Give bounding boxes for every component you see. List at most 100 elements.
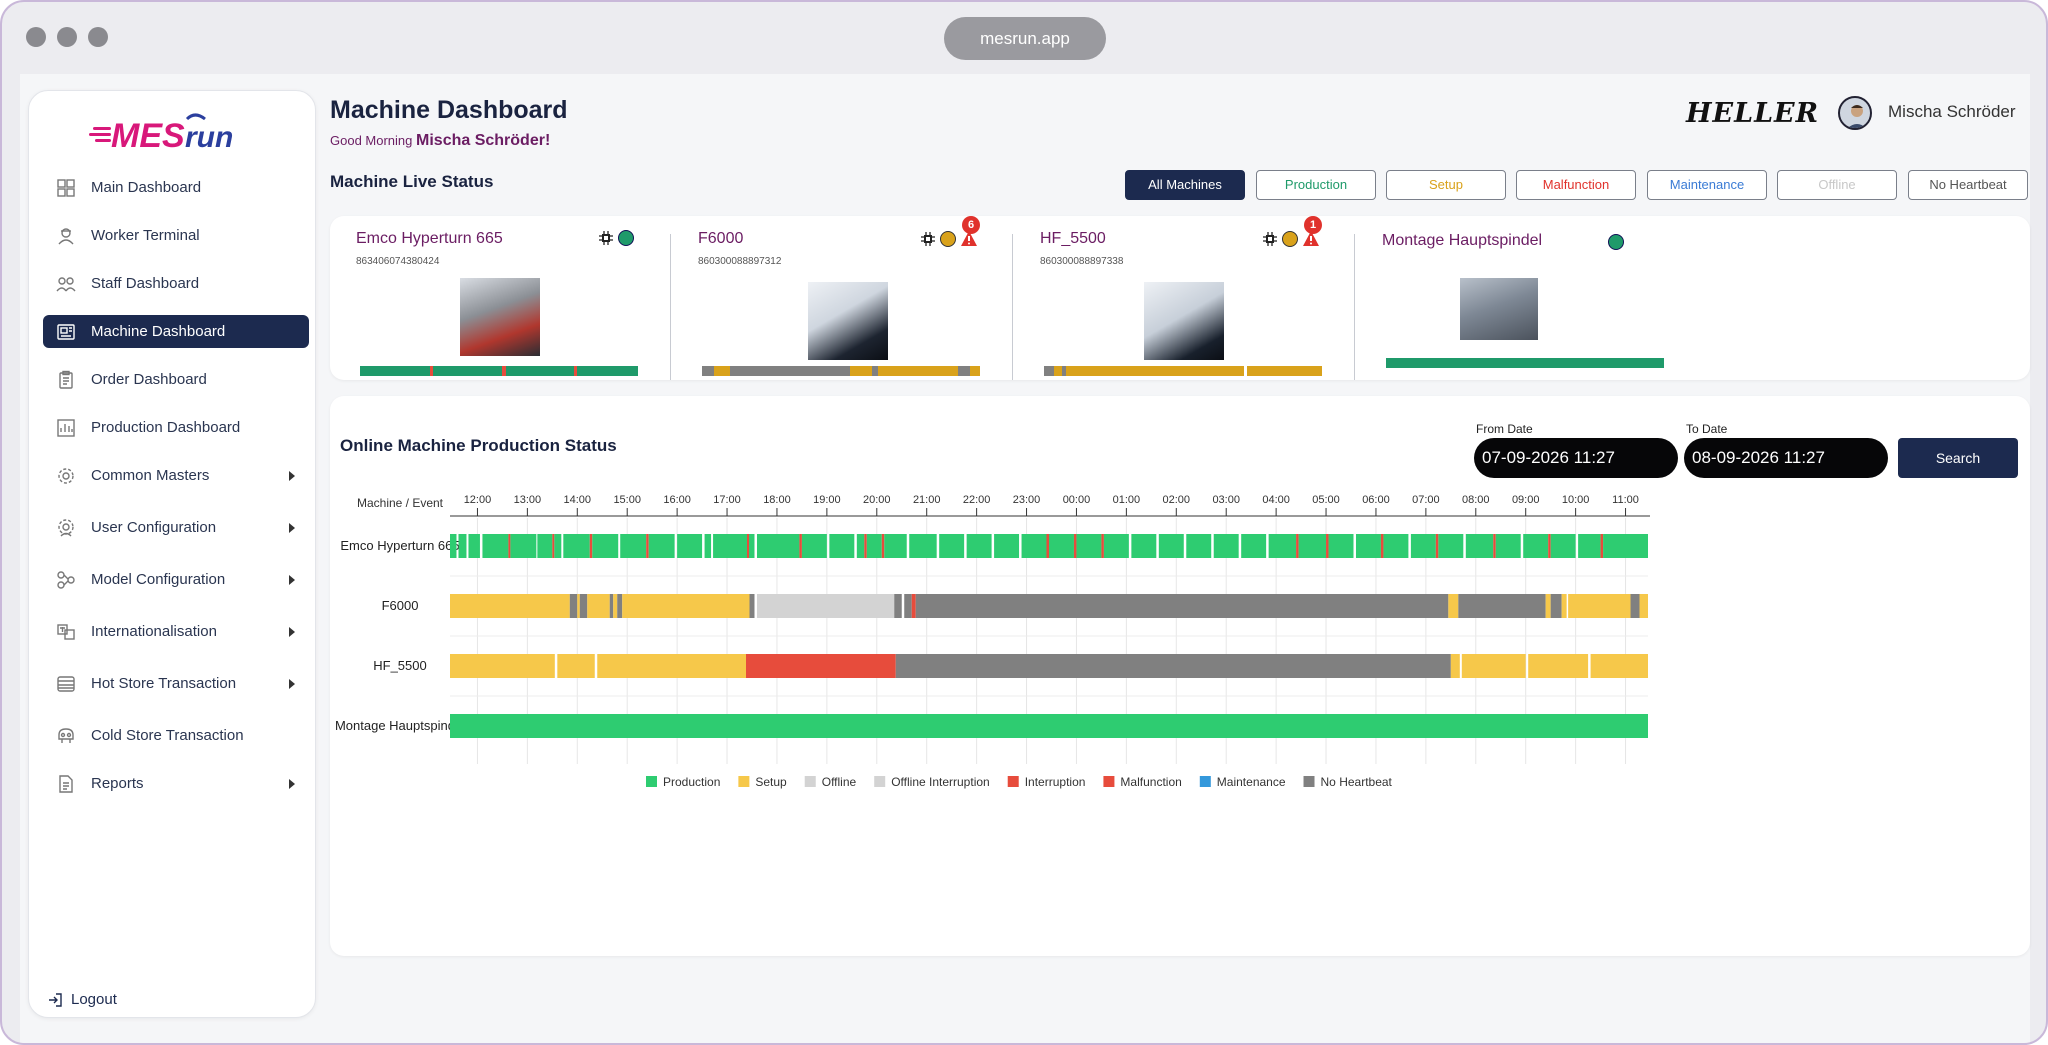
legend-label: Setup [755,775,787,789]
timeline-segment [747,534,750,558]
timeline-segment [1241,534,1267,558]
timeline-segment [1448,594,1459,618]
sidebar-item-hot-store-transaction[interactable]: Hot Store Transaction [43,667,309,700]
timeline-segment [1568,594,1631,618]
timeline-segment [829,534,855,558]
sidebar: MES run Main Dashboard Worker Terminal S… [28,90,316,1018]
legend-label: No Heartbeat [1321,775,1393,789]
sidebar-item-worker-terminal[interactable]: Worker Terminal [43,219,309,252]
timeline-segment [458,534,467,558]
sidebar-item-staff-dashboard[interactable]: Staff Dashboard [43,267,309,300]
warning-icon[interactable]: 6 [960,216,980,248]
clipboard-icon [53,367,79,393]
timeline-segment [864,534,867,558]
url-bar[interactable]: mesrun.app [944,17,1106,60]
sidebar-item-production-dashboard[interactable]: Production Dashboard [43,411,309,444]
legend-swatch [874,776,886,787]
avatar[interactable] [1838,96,1872,130]
timeline-segment [1073,534,1077,558]
user-gear-icon [53,515,79,541]
greeting: Good Morning Mischa Schröder! [330,132,550,150]
production-timeline-chart: Machine / Event 12:00 13:00 14:00 15:00 16:00… [335,494,1650,789]
sidebar-item-label: Reports [91,775,144,792]
filter-malfunction[interactable]: Malfunction [1516,170,1636,200]
sidebar-item-label: Production Dashboard [91,419,241,436]
timeline-segment [622,594,750,618]
chevron-right-icon [289,626,295,637]
x-tick-label: 21:00 [913,494,941,506]
machine-card-hf5500[interactable]: HF_5500 860300088897338 1 [1014,216,1354,380]
user-name[interactable]: Mischa Schröder [1888,102,2016,122]
window-minimize-dot[interactable] [57,27,77,47]
timeline-segment [1523,534,1549,558]
card-divider [1354,234,1355,380]
sidebar-item-main-dashboard[interactable]: Main Dashboard [43,171,309,204]
production-status-panel: Online Machine Production Status From Da… [330,396,2030,956]
x-tick-label: 17:00 [713,494,741,506]
machine-card-emco[interactable]: Emco Hyperturn 665 863406074380424 [330,216,670,380]
timeline-segment [749,534,755,558]
window-maximize-dot[interactable] [88,27,108,47]
timeline-segment [1435,534,1439,558]
x-tick-label: 18:00 [763,494,791,506]
filter-all-machines[interactable]: All Machines [1125,170,1245,200]
filter-production[interactable]: Production [1256,170,1376,200]
sidebar-item-reports[interactable]: Reports [43,767,309,800]
filter-offline[interactable]: Offline [1777,170,1897,200]
sidebar-item-cold-store-transaction[interactable]: Cold Store Transaction [43,719,309,752]
brand-logo: HELLER [1686,98,1820,129]
x-tick-label: 09:00 [1512,494,1540,506]
window-close-dot[interactable] [26,27,46,47]
filter-setup[interactable]: Setup [1386,170,1506,200]
timeline-segment [1326,534,1329,558]
timeline-segment [894,594,902,618]
x-tick-label: 00:00 [1063,494,1091,506]
timeline-segment [450,534,457,558]
mesrun-logo[interactable]: MES run [89,105,289,165]
timeline-segment [450,714,1648,738]
timeline-segment [1545,594,1551,618]
timeline-segment [904,594,912,618]
timeline-segment [450,654,555,678]
timeline-segment [1561,594,1567,618]
timeline-segment [801,534,827,558]
filter-maintenance[interactable]: Maintenance [1647,170,1767,200]
sidebar-item-label: Worker Terminal [91,227,200,244]
timeline-segment [563,534,590,558]
timeline-segment [1103,534,1129,558]
sidebar-item-label: Model Configuration [91,571,226,588]
logout-button[interactable]: Logout [47,991,117,1008]
machine-name[interactable]: Emco Hyperturn 665 [356,230,503,248]
legend-swatch [1103,776,1115,787]
machine-card-montage[interactable]: Montage Hauptspindel [1356,216,1696,380]
page-title: Machine Dashboard [330,96,568,124]
x-tick-label: 20:00 [863,494,891,506]
warning-icon[interactable]: 1 [1302,216,1322,248]
filter-no-heartbeat[interactable]: No Heartbeat [1908,170,2028,200]
machine-name[interactable]: Montage Hauptspindel [1382,232,1542,250]
sidebar-item-machine-dashboard[interactable]: Machine Dashboard [43,315,309,348]
timeline-segment [1049,534,1074,558]
machine-name[interactable]: F6000 [698,230,743,248]
x-tick-label: 06:00 [1362,494,1390,506]
sidebar-item-common-masters[interactable]: Common Masters [43,459,309,492]
timeline-segment [677,534,703,558]
chevron-right-icon [289,470,295,481]
sidebar-item-internationalisation[interactable]: Internationalisation [43,615,309,648]
timeline-segment [746,654,896,678]
sidebar-item-model-configuration[interactable]: Model Configuration [43,563,309,596]
x-tick-label: 03:00 [1212,494,1240,506]
timeline-segment [1465,534,1494,558]
grid-icon [53,175,79,201]
machine-name[interactable]: HF_5500 [1040,230,1106,248]
machine-card-f6000[interactable]: F6000 860300088897312 6 [672,216,1012,380]
machine-icon [53,319,79,345]
machine-image [1460,278,1538,340]
logout-label: Logout [71,991,117,1008]
sidebar-item-user-configuration[interactable]: User Configuration [43,511,309,544]
timeline-segment [609,594,614,618]
sidebar-item-order-dashboard[interactable]: Order Dashboard [43,363,309,396]
timeline-segment [909,534,937,558]
sidebar-item-label: Common Masters [91,467,210,484]
x-tick-label: 12:00 [464,494,492,506]
